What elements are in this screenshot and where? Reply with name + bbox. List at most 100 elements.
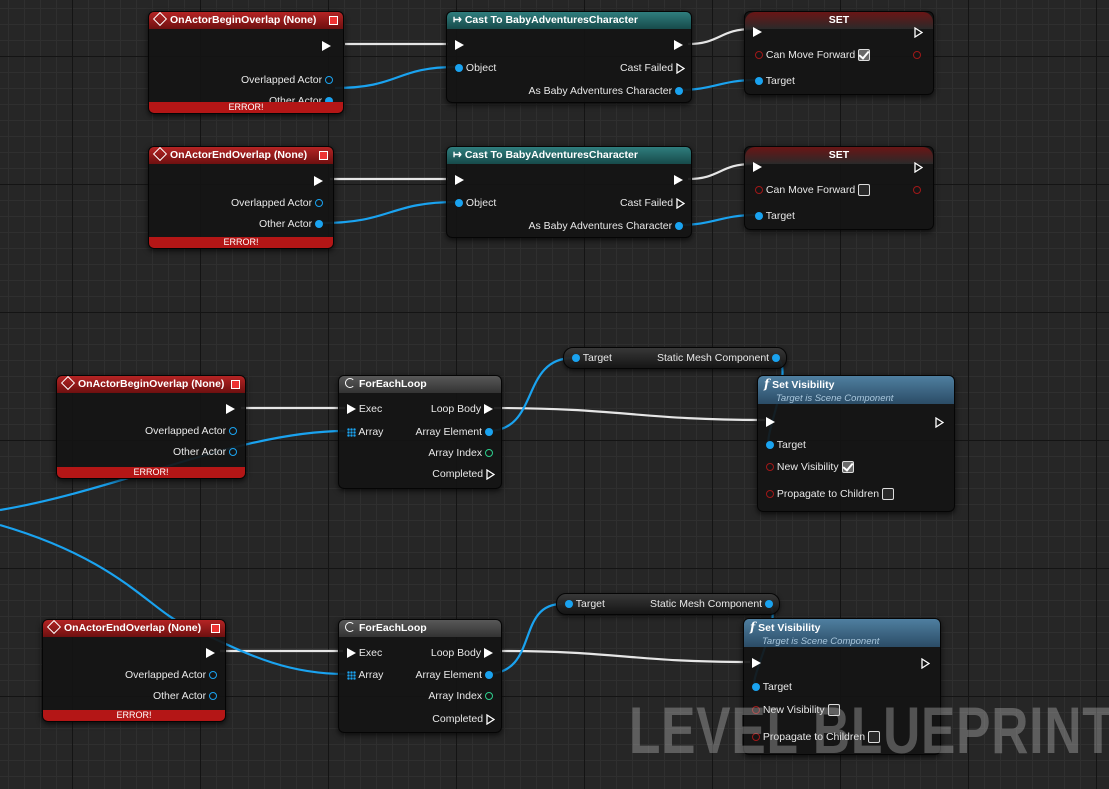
exec-outline-icon [914,26,923,38]
loop-icon [345,378,355,388]
array-index-pin[interactable]: Array Index [428,447,493,459]
delegate-pin-icon[interactable] [231,380,240,389]
array-pin[interactable]: Array [347,669,383,681]
object-wire [334,65,457,90]
object-pin-icon [675,222,683,231]
bool-out-pin[interactable] [913,49,921,61]
event-node-begin-overlap[interactable]: OnActorBeginOverlap (None) Overlapped Ac… [148,11,344,114]
set-visibility-node[interactable]: f Set Visibility Target is Scene Component… [757,375,955,512]
cast-failed-pin[interactable]: Cast Failed [620,62,685,74]
can-move-forward-pin[interactable]: Can Move Forward [755,184,871,197]
array-element-pin[interactable]: Array Element [416,669,493,681]
checkbox-unchecked[interactable] [858,184,871,197]
exec-in-pin[interactable] [455,39,464,51]
array-pin-icon [347,670,356,680]
loop-body-pin[interactable]: Loop Body [431,403,493,415]
other-actor-pin[interactable]: Other Actor [173,446,237,458]
target-pin[interactable]: Target [755,75,795,87]
error-banner: ERROR! [149,102,343,113]
new-visibility-pin[interactable]: New Visibility [766,461,854,474]
exec-in-pin[interactable] [766,416,775,428]
exec-wire [687,27,753,46]
exec-outline-icon [486,713,495,725]
exec-out-pin[interactable] [674,174,683,186]
overlapped-actor-pin[interactable]: Overlapped Actor [241,74,333,86]
error-banner: ERROR! [149,237,333,248]
foreach-loop-node[interactable]: ForEachLoop Exec Loop Body Array Array E… [338,375,502,489]
completed-pin[interactable]: Completed [432,713,495,725]
exec-out-pin[interactable] [226,403,235,415]
cast-arrow-icon: ↦ [453,149,462,161]
checkbox-checked[interactable] [858,49,871,62]
exec-outline-icon [486,468,495,480]
loop-body-pin[interactable]: Loop Body [431,647,493,659]
exec-wire [493,406,766,422]
bool-pin-icon [913,186,921,195]
static-mesh-output-pin[interactable]: Static Mesh Component [650,598,773,610]
object-pin-icon [209,692,217,701]
exec-in-pin[interactable]: Exec [347,647,382,659]
can-move-forward-pin[interactable]: Can Move Forward [755,49,871,62]
other-actor-pin[interactable]: Other Actor [259,218,323,230]
set-node[interactable]: SET Can Move Forward Target [744,11,934,95]
exec-out-pin[interactable] [935,416,944,428]
exec-in-pin[interactable] [455,174,464,186]
overlapped-actor-pin[interactable]: Overlapped Actor [125,669,217,681]
cast-node[interactable]: ↦ Cast To BabyAdventuresCharacter Object … [446,146,692,238]
static-mesh-getter-node[interactable]: Target Static Mesh Component [556,593,780,615]
exec-out-pin[interactable] [914,26,923,38]
exec-out-pin[interactable] [921,657,930,669]
node-header: f Set Visibility Target is Scene Component [758,376,954,404]
event-node-end-overlap[interactable]: OnActorEndOverlap (None) Overlapped Acto… [148,146,334,249]
as-character-pin[interactable]: As Baby Adventures Character [529,220,683,232]
event-node-end-overlap[interactable]: OnActorEndOverlap (None) Overlapped Acto… [42,619,226,722]
object-pin-icon [765,600,773,609]
exec-out-pin[interactable] [674,39,683,51]
checkbox-checked[interactable] [841,461,854,474]
node-header: SET [745,147,933,164]
object-pin-icon [315,199,323,208]
array-pin[interactable]: Array [347,426,383,438]
target-pin[interactable]: Target [755,210,795,222]
exec-out-pin[interactable] [322,40,331,52]
loop-icon [345,622,355,632]
target-pin[interactable]: Target [565,598,605,610]
static-mesh-getter-node[interactable]: Target Static Mesh Component [563,347,787,369]
object-pin-icon [675,87,683,96]
cast-failed-pin[interactable]: Cast Failed [620,197,685,209]
exec-in-pin[interactable]: Exec [347,403,382,415]
foreach-loop-node[interactable]: ForEachLoop Exec Loop Body Array Array E… [338,619,502,733]
object-pin-icon [755,77,763,86]
delegate-pin-icon[interactable] [319,151,328,160]
object-pin[interactable]: Object [455,62,496,74]
bool-out-pin[interactable] [913,184,921,196]
exec-in-pin[interactable] [753,161,762,173]
static-mesh-output-pin[interactable]: Static Mesh Component [657,352,780,364]
node-header: OnActorBeginOverlap (None) [149,11,343,29]
array-element-pin[interactable]: Array Element [416,426,493,438]
object-pin[interactable]: Object [455,197,496,209]
bool-pin-icon [766,490,774,499]
propagate-pin[interactable]: Propagate to Children [766,488,894,501]
set-node[interactable]: SET Can Move Forward Target [744,146,934,230]
event-node-begin-overlap[interactable]: OnActorBeginOverlap (None) Overlapped Ac… [56,375,246,479]
exec-in-pin[interactable] [753,26,762,38]
overlapped-actor-pin[interactable]: Overlapped Actor [231,197,323,209]
other-actor-pin[interactable]: Other Actor [153,690,217,702]
as-character-pin[interactable]: As Baby Adventures Character [529,85,683,97]
target-pin[interactable]: Target [766,439,806,451]
exec-in-pin[interactable] [752,657,761,669]
delegate-pin-icon[interactable] [329,16,338,25]
array-index-pin[interactable]: Array Index [428,690,493,702]
delegate-pin-icon[interactable] [211,624,220,633]
target-pin[interactable]: Target [572,352,612,364]
exec-out-pin[interactable] [206,647,215,659]
overlapped-actor-pin[interactable]: Overlapped Actor [145,425,237,437]
exec-out-pin[interactable] [914,161,923,173]
exec-out-pin[interactable] [314,175,323,187]
object-pin-icon [455,64,463,73]
object-pin-icon [485,428,493,437]
cast-node[interactable]: ↦ Cast To BabyAdventuresCharacter Object … [446,11,692,103]
checkbox-unchecked[interactable] [882,488,894,501]
completed-pin[interactable]: Completed [432,468,495,480]
